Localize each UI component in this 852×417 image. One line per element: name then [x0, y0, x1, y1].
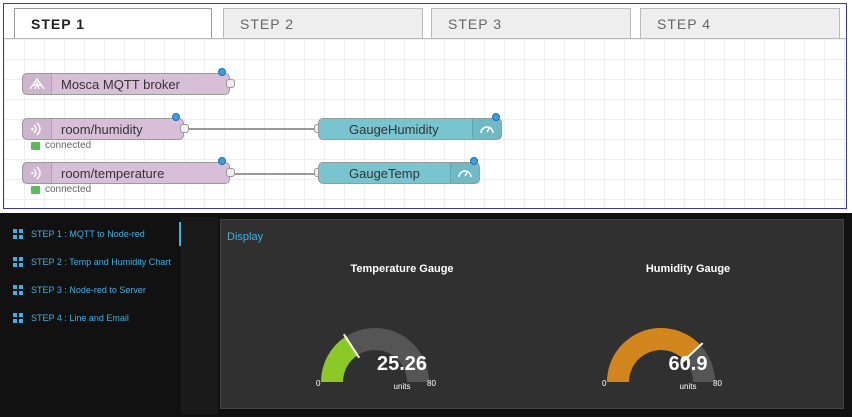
humidity-gauge-units: units	[679, 382, 697, 391]
wire-humidity[interactable]	[188, 128, 318, 130]
nav-item-step-2[interactable]: STEP 2 : Temp and Humidity Chart	[3, 250, 179, 274]
broker-changed-dot	[218, 68, 226, 76]
tab-step-2[interactable]: STEP 2	[223, 8, 423, 38]
sidebar-gutter	[181, 217, 218, 414]
humidity-mqtt-label: room/humidity	[61, 122, 143, 137]
humidity-status-text: connected	[45, 140, 92, 151]
humidity-gauge-value: 60.9	[668, 353, 708, 375]
dashboard-icon	[13, 285, 23, 295]
wire-temperature[interactable]	[234, 173, 318, 175]
humidity-changed-dot	[172, 113, 180, 121]
nav-label: STEP 2 : Temp and Humidity Chart	[31, 257, 171, 267]
humidity-output-port[interactable]	[180, 124, 189, 133]
broker-output-port[interactable]	[226, 79, 235, 88]
gauge-temp-node[interactable]: GaugeTemp	[318, 162, 480, 184]
temperature-changed-dot	[218, 157, 226, 165]
status-green-square-icon	[31, 185, 40, 194]
nav-item-step-1[interactable]: STEP 1 : MQTT to Node-red	[3, 222, 181, 246]
dashboard: STEP 1 : MQTT to Node-red STEP 2 : Temp …	[0, 213, 852, 417]
tab-step-3[interactable]: STEP 3	[431, 8, 631, 38]
nav-label: STEP 4 : Line and Email	[31, 313, 129, 323]
temperature-status-text: connected	[45, 184, 92, 195]
status-green-square-icon	[31, 141, 40, 150]
nav-item-step-3[interactable]: STEP 3 : Node-red to Server	[3, 278, 179, 302]
temperature-status: connected	[31, 184, 91, 195]
gauge-temp-label: GaugeTemp	[349, 166, 420, 181]
wifi-icon	[23, 163, 52, 183]
gauge-temp-changed-dot	[470, 157, 478, 165]
dashboard-icon	[13, 313, 23, 323]
gauge-humidity-label: GaugeHumidity	[349, 122, 439, 137]
flow-editor: STEP 1 STEP 2 STEP 3 STEP 4 Mosca MQTT b…	[3, 3, 847, 209]
temperature-gauge-min: 0	[316, 379, 321, 388]
nav-label: STEP 1 : MQTT to Node-red	[31, 229, 145, 239]
nav-label: STEP 3 : Node-red to Server	[31, 285, 146, 295]
tab-step-4[interactable]: STEP 4	[640, 8, 840, 38]
temperature-gauge-value: 25.26	[376, 353, 428, 375]
dashboard-icon	[13, 229, 23, 239]
flow-canvas[interactable]: Mosca MQTT broker room/humidity connecte…	[4, 39, 846, 208]
humidity-gauge: Humidity Gauge 60.9 units 0 80	[538, 220, 838, 410]
gauge-icon	[472, 119, 501, 139]
broker-label: Mosca MQTT broker	[61, 77, 180, 92]
tab-step-1[interactable]: STEP 1	[14, 8, 212, 39]
temperature-gauge-units: units	[393, 382, 411, 391]
humidity-status: connected	[31, 140, 91, 151]
gauge-humidity-changed-dot	[492, 113, 500, 121]
gauge-icon	[450, 163, 479, 183]
temperature-gauge: Temperature Gauge 25.26 units 0 80	[252, 220, 552, 410]
humidity-gauge-max: 80	[713, 379, 722, 388]
dashboard-sidebar: STEP 1 : MQTT to Node-red STEP 2 : Temp …	[3, 217, 181, 414]
broker-node[interactable]: Mosca MQTT broker	[22, 73, 230, 95]
temperature-gauge-max: 80	[427, 379, 436, 388]
gauge-humidity-node[interactable]: GaugeHumidity	[318, 118, 502, 140]
dashboard-icon	[13, 257, 23, 267]
broker-icon	[23, 74, 52, 94]
display-group: Display Temperature Gauge 25.26 units 0 …	[220, 219, 844, 409]
flow-tabs: STEP 1 STEP 2 STEP 3 STEP 4	[4, 4, 846, 39]
temperature-mqtt-in-node[interactable]: room/temperature	[22, 162, 230, 184]
temperature-mqtt-label: room/temperature	[61, 166, 165, 181]
humidity-gauge-min: 0	[602, 379, 607, 388]
temperature-output-port[interactable]	[226, 168, 235, 177]
nav-item-step-4[interactable]: STEP 4 : Line and Email	[3, 306, 179, 330]
humidity-mqtt-in-node[interactable]: room/humidity	[22, 118, 184, 140]
wifi-icon	[23, 119, 52, 139]
